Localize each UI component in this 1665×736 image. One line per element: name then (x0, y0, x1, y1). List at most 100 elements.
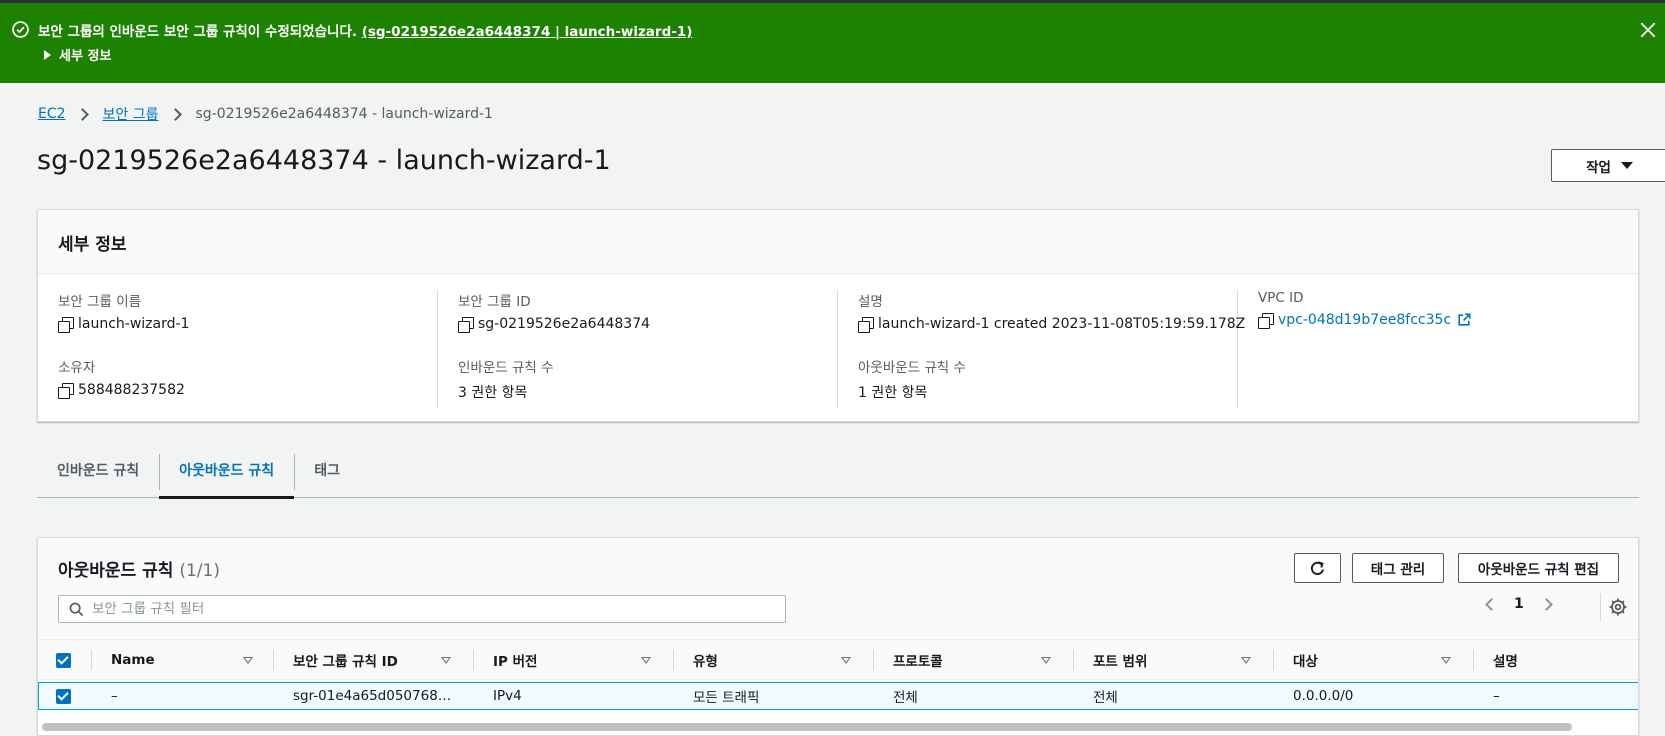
search-icon (69, 602, 84, 616)
column-header-label: 프로토콜 (893, 654, 943, 670)
chevron-right-icon (168, 107, 182, 121)
column-header-label: IP 버전 (493, 654, 538, 670)
column-divider (473, 650, 474, 670)
pagination: 1 (1485, 596, 1553, 612)
column-header-name[interactable]: Name (111, 640, 253, 680)
outbound-rules-table: Name 보안 그룹 규칙 ID IP 버전 유형 프로토콜 포트 범위 대상 … (38, 640, 1638, 710)
flash-message: 보안 그룹의 인바운드 보안 그룹 규칙이 수정되었습니다. (sg-02195… (38, 20, 692, 40)
copy-icon[interactable] (58, 383, 74, 399)
details-column-4: VPC ID vpc-048d19b7ee8fcc35c (1238, 290, 1638, 408)
column-divider (1073, 650, 1074, 670)
cell-rule-id: sgr-01e4a65d050768… (293, 688, 452, 704)
horizontal-scrollbar[interactable] (42, 723, 1572, 731)
details-column-1: 보안 그룹 이름 launch-wizard-1 소유자 58848823758… (38, 290, 438, 408)
cell-name: – (111, 688, 118, 704)
next-page-icon[interactable] (1539, 597, 1553, 611)
breadcrumb: EC2 보안 그룹 sg-0219526e2a6448374 - launch-… (38, 104, 493, 124)
flash-details-label: 세부 정보 (59, 49, 112, 64)
column-header-rule-id[interactable]: 보안 그룹 규칙 ID (293, 640, 458, 680)
table-row[interactable]: – sgr-01e4a65d050768… IPv4 모든 트래픽 전체 전체 … (38, 682, 1638, 710)
sort-icon[interactable] (243, 657, 253, 664)
column-divider (273, 650, 274, 670)
column-header-description[interactable]: 설명 (1493, 640, 1518, 680)
copy-icon[interactable] (58, 317, 74, 333)
description-label: 설명 (858, 294, 883, 310)
column-header-type[interactable]: 유형 (693, 640, 858, 680)
column-header-label: 보안 그룹 규칙 ID (293, 654, 398, 670)
breadcrumb-security-groups-link[interactable]: 보안 그룹 (103, 104, 159, 124)
copy-icon[interactable] (1258, 313, 1274, 329)
row-checkbox-cell (56, 683, 71, 709)
cell-type: 모든 트래픽 (693, 690, 760, 706)
description-field: 설명 launch-wizard-1 created 2023-11-08T05… (858, 290, 1246, 333)
column-header-destination[interactable]: 대상 (1293, 640, 1458, 680)
column-divider (1273, 650, 1274, 670)
outbound-count-label: 아웃바운드 규칙 수 (858, 360, 966, 376)
breadcrumb-ec2-link[interactable]: EC2 (38, 106, 66, 122)
tab-inbound-rules[interactable]: 인바운드 규칙 (37, 448, 159, 497)
tab-tags[interactable]: 태그 (294, 448, 360, 497)
details-column-2: 보안 그룹 ID sg-0219526e2a6448374 인바운드 규칙 수 … (438, 290, 838, 408)
manage-tags-button[interactable]: 태그 관리 (1352, 553, 1444, 583)
close-icon[interactable] (1639, 21, 1657, 39)
success-check-icon (12, 21, 29, 38)
success-flash-banner: 보안 그룹의 인바운드 보안 그룹 규칙이 수정되었습니다. (sg-02195… (0, 3, 1665, 83)
owner-label: 소유자 (58, 360, 96, 376)
cell-ip-version: IPv4 (493, 688, 522, 704)
column-header-port-range[interactable]: 포트 범위 (1093, 640, 1258, 680)
column-divider (873, 650, 874, 670)
copy-icon[interactable] (458, 317, 474, 333)
row-checkbox[interactable] (56, 688, 71, 704)
inbound-count-field: 인바운드 규칙 수 3 권한 항목 (458, 356, 554, 402)
tab-outbound-rules[interactable]: 아웃바운드 규칙 (159, 448, 295, 499)
cell-destination: 0.0.0.0/0 (1293, 688, 1354, 704)
select-all-checkbox[interactable] (56, 652, 71, 668)
current-page-number[interactable]: 1 (1514, 596, 1524, 612)
edit-outbound-rules-button[interactable]: 아웃바운드 규칙 편집 (1458, 553, 1619, 583)
details-column-3: 설명 launch-wizard-1 created 2023-11-08T05… (838, 290, 1245, 408)
details-header: 세부 정보 (38, 210, 1638, 274)
outbound-count-field: 아웃바운드 규칙 수 1 권한 항목 (858, 356, 966, 402)
column-header-label: 유형 (693, 654, 718, 670)
column-header-ip-version[interactable]: IP 버전 (493, 640, 658, 680)
outbound-rules-panel: 아웃바운드 규칙 (1/1) 태그 관리 아웃바운드 규칙 편집 1 (37, 537, 1639, 736)
flash-details-toggle[interactable]: 세부 정보 (44, 45, 111, 64)
details-panel: 세부 정보 보안 그룹 이름 launch-wizard-1 소유자 58848… (37, 209, 1639, 422)
column-divider (673, 650, 674, 670)
table-header: Name 보안 그룹 규칙 ID IP 버전 유형 프로토콜 포트 범위 대상 … (38, 640, 1638, 680)
previous-page-icon[interactable] (1485, 597, 1498, 611)
actions-dropdown-button[interactable]: 작업 (1551, 149, 1665, 182)
column-header-label: 대상 (1293, 654, 1318, 670)
vpc-id-link[interactable]: vpc-048d19b7ee8fcc35c (1278, 312, 1451, 328)
outbound-rules-count: (1/1) (179, 561, 220, 581)
sg-id-value: sg-0219526e2a6448374 (478, 316, 651, 332)
refresh-icon (1310, 560, 1324, 575)
sort-icon[interactable] (641, 657, 651, 664)
external-link-icon[interactable] (1457, 313, 1471, 327)
sort-icon[interactable] (1241, 657, 1251, 664)
rule-filter-input[interactable] (92, 601, 772, 617)
sort-icon[interactable] (441, 657, 451, 664)
cell-protocol: 전체 (893, 690, 918, 706)
column-divider (91, 650, 92, 670)
sort-icon[interactable] (1441, 657, 1451, 664)
caret-down-icon (1620, 162, 1633, 169)
owner-field: 소유자 588488237582 (58, 356, 185, 399)
sort-icon[interactable] (841, 657, 851, 664)
column-header-label: 포트 범위 (1093, 654, 1148, 670)
sort-icon[interactable] (1041, 657, 1051, 664)
description-value: launch-wizard-1 created 2023-11-08T05:19… (878, 316, 1246, 332)
refresh-button[interactable] (1294, 553, 1341, 583)
column-header-protocol[interactable]: 프로토콜 (893, 640, 1058, 680)
select-all-checkbox-cell (56, 640, 71, 680)
outbound-count-value: 1 권한 항목 (858, 385, 928, 401)
outbound-rules-header: 아웃바운드 규칙 (1/1) 태그 관리 아웃바운드 규칙 편집 1 (38, 538, 1638, 640)
column-header-label: Name (111, 652, 155, 668)
column-header-label: 설명 (1493, 654, 1518, 670)
chevron-right-icon (75, 107, 89, 121)
details-columns: 보안 그룹 이름 launch-wizard-1 소유자 58848823758… (38, 274, 1638, 422)
sg-name-label: 보안 그룹 이름 (58, 294, 142, 310)
flash-security-group-link[interactable]: (sg-0219526e2a6448374 | launch-wizard-1) (362, 24, 693, 40)
gear-icon[interactable] (1608, 597, 1628, 617)
copy-icon[interactable] (858, 317, 874, 333)
